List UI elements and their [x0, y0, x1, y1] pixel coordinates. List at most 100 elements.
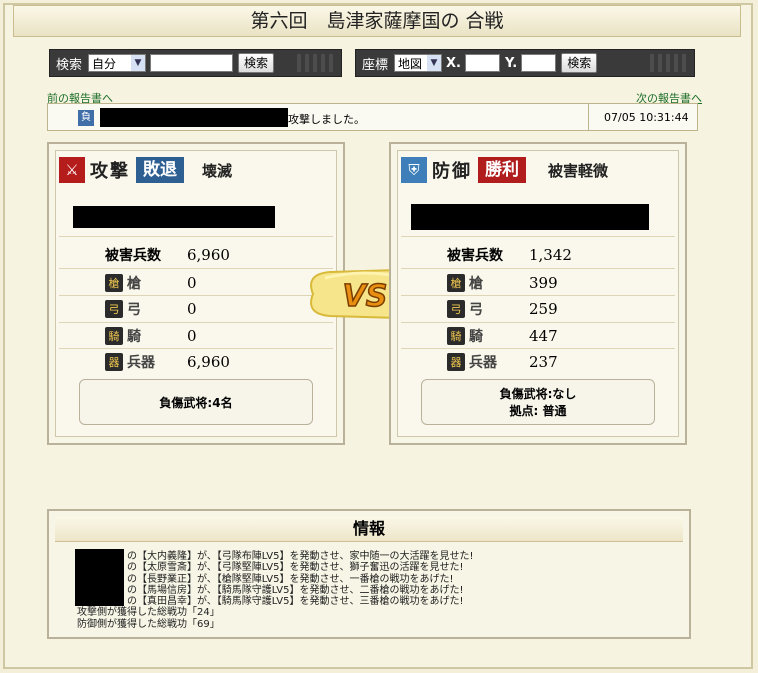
divider: [401, 322, 675, 323]
info-line: の【太原雪斎】が、【弓隊堅陣LV5】を発動させ、獅子奮迅の活躍を見せた!: [127, 562, 464, 574]
crossed-swords-icon: ⚔: [59, 157, 85, 183]
info-line: の【長野業正】が、【槍隊堅陣LV5】を発動させ、一番槍の戦功をあげた!: [127, 573, 454, 585]
unit-label: 槍: [469, 276, 483, 292]
search-button[interactable]: 検索: [238, 53, 275, 73]
unit-value: 6,960: [187, 353, 230, 371]
search-toolbar: 検索 自分 ▼ 検索: [49, 49, 342, 77]
info-line: の【馬場信房】が、【騎馬隊守護LV5】を発動させ、二番槍の戦功をあげた!: [127, 584, 464, 596]
divider: [59, 268, 333, 269]
info-line: 攻撃側が獲得した総戦功「24」: [77, 607, 220, 619]
defense-casualties-row: 被害兵数 1,342: [409, 243, 667, 267]
unit-label: 槍: [127, 276, 141, 292]
message-time: 07/05 10:31:44: [604, 111, 689, 124]
bow-icon: 弓: [447, 300, 465, 318]
search-input[interactable]: [150, 54, 234, 72]
attack-unit-row-bow: 弓弓 0: [67, 297, 325, 321]
info-lines: の【大内義隆】が、【弓隊布陣LV5】を発動させ、家中随一の大活躍を見せた! の【…: [77, 551, 683, 630]
info-line: の【大内義隆】が、【弓隊布陣LV5】を発動させ、家中随一の大活躍を見せた!: [127, 551, 474, 562]
unit-label: 兵器: [127, 355, 155, 371]
unit-value: 399: [529, 274, 558, 292]
info-line: 防御側が獲得した総戦功「69」: [77, 618, 220, 630]
divider: [401, 236, 675, 237]
defense-unit-row-weapon: 器兵器 237: [409, 350, 667, 374]
chevron-down-icon: ▼: [131, 55, 146, 71]
redacted-attacker-name: [73, 206, 275, 228]
attack-panel: ⚔ 攻撃 敗退 壊滅 被害兵数 6,960 槍槍 0 弓弓 0 騎騎 0 器兵器…: [47, 142, 345, 445]
divider: [401, 348, 675, 349]
unit-label: 騎: [469, 329, 483, 345]
base-status: 拠点: 普通: [509, 404, 567, 418]
report-message-row[interactable]: 負 攻撃しました。 07/05 10:31:44: [47, 103, 698, 131]
unit-value: 237: [529, 353, 558, 371]
search-label: 検索: [56, 57, 83, 73]
unit-label: 弓: [469, 302, 483, 318]
y-label: Y.: [504, 55, 518, 71]
page-title: 第六回 島津家薩摩国の 合戦: [13, 5, 741, 37]
attack-injured-box: 負傷武将:4名: [79, 379, 313, 425]
chevron-down-icon: ▼: [427, 55, 442, 71]
defense-result-badge: 勝利: [478, 157, 526, 183]
divider: [59, 322, 333, 323]
unit-value: 0: [187, 300, 197, 318]
defense-damage-status: 被害軽微: [548, 161, 609, 180]
divider: [59, 295, 333, 296]
coordinate-toolbar: 座標 地図 ▼ X. Y. 検索: [355, 49, 695, 77]
casualties-value: 1,342: [529, 246, 572, 264]
attack-unit-row-weapon: 器兵器 6,960: [67, 350, 325, 374]
vs-label: VS: [343, 279, 388, 314]
defense-unit-row-horse: 騎騎 447: [409, 324, 667, 348]
redacted-defender-name: [411, 204, 649, 230]
divider: [588, 104, 589, 130]
search-scope-value: 自分: [92, 56, 117, 71]
divider: [59, 348, 333, 349]
bow-icon: 弓: [105, 300, 123, 318]
defeat-badge: 負: [78, 110, 94, 126]
weapon-icon: 器: [447, 353, 465, 371]
message-text: 攻撃しました。: [288, 113, 365, 126]
injured-generals: 負傷武将:4名: [159, 395, 233, 410]
defense-panel: ⛨ 防御 勝利 被害軽微 被害兵数 1,342 槍槍 399 弓弓 259 騎騎…: [389, 142, 687, 445]
attack-role: 攻撃: [90, 161, 130, 182]
unit-label: 騎: [127, 329, 141, 345]
spear-icon: 槍: [447, 274, 465, 292]
info-title: 情報: [55, 517, 683, 542]
unit-value: 259: [529, 300, 558, 318]
attack-unit-row-horse: 騎騎 0: [67, 324, 325, 348]
info-line: の【真田昌幸】が、【騎馬隊守護LV5】を発動させ、三番槍の戦功をあげた!: [127, 596, 464, 608]
attack-unit-row-spear: 槍槍 0: [67, 271, 325, 295]
attack-damage-status: 壊滅: [202, 161, 233, 180]
divider: [59, 236, 333, 237]
search-scope-select[interactable]: 自分 ▼: [88, 54, 147, 72]
defense-unit-row-bow: 弓弓 259: [409, 297, 667, 321]
attack-result-badge: 敗退: [136, 157, 184, 183]
unit-value: 0: [187, 274, 197, 292]
defense-unit-row-spear: 槍槍 399: [409, 271, 667, 295]
injured-generals: 負傷武将:なし: [499, 387, 577, 401]
weapon-icon: 器: [105, 353, 123, 371]
divider: [401, 295, 675, 296]
coordinate-label: 座標: [362, 57, 389, 73]
shield-icon: ⛨: [401, 157, 427, 183]
x-label: X.: [446, 55, 461, 71]
unit-value: 0: [187, 327, 197, 345]
spear-icon: 槍: [105, 274, 123, 292]
attack-casualties-row: 被害兵数 6,960: [67, 243, 325, 267]
unit-label: 弓: [127, 302, 141, 318]
map-select-value: 地図: [398, 56, 423, 71]
horse-icon: 騎: [447, 327, 465, 345]
y-coordinate-input[interactable]: [521, 54, 557, 72]
map-select[interactable]: 地図 ▼: [394, 54, 443, 72]
redacted-name: [100, 108, 288, 127]
horse-icon: 騎: [105, 327, 123, 345]
info-panel: 情報 の【大内義隆】が、【弓隊布陣LV5】を発動させ、家中随一の大活躍を見せた!…: [47, 509, 691, 639]
unit-label: 兵器: [469, 355, 497, 371]
divider: [401, 268, 675, 269]
casualties-value: 6,960: [187, 246, 230, 264]
coordinate-search-button[interactable]: 検索: [561, 53, 598, 73]
defense-injured-box: 負傷武将:なし 拠点: 普通: [421, 379, 655, 425]
defense-header: ⛨ 防御 勝利 被害軽微: [401, 154, 675, 186]
x-coordinate-input[interactable]: [464, 54, 500, 72]
attack-header: ⚔ 攻撃 敗退 壊滅: [59, 154, 333, 186]
defense-role: 防御: [432, 161, 472, 182]
unit-value: 447: [529, 327, 558, 345]
